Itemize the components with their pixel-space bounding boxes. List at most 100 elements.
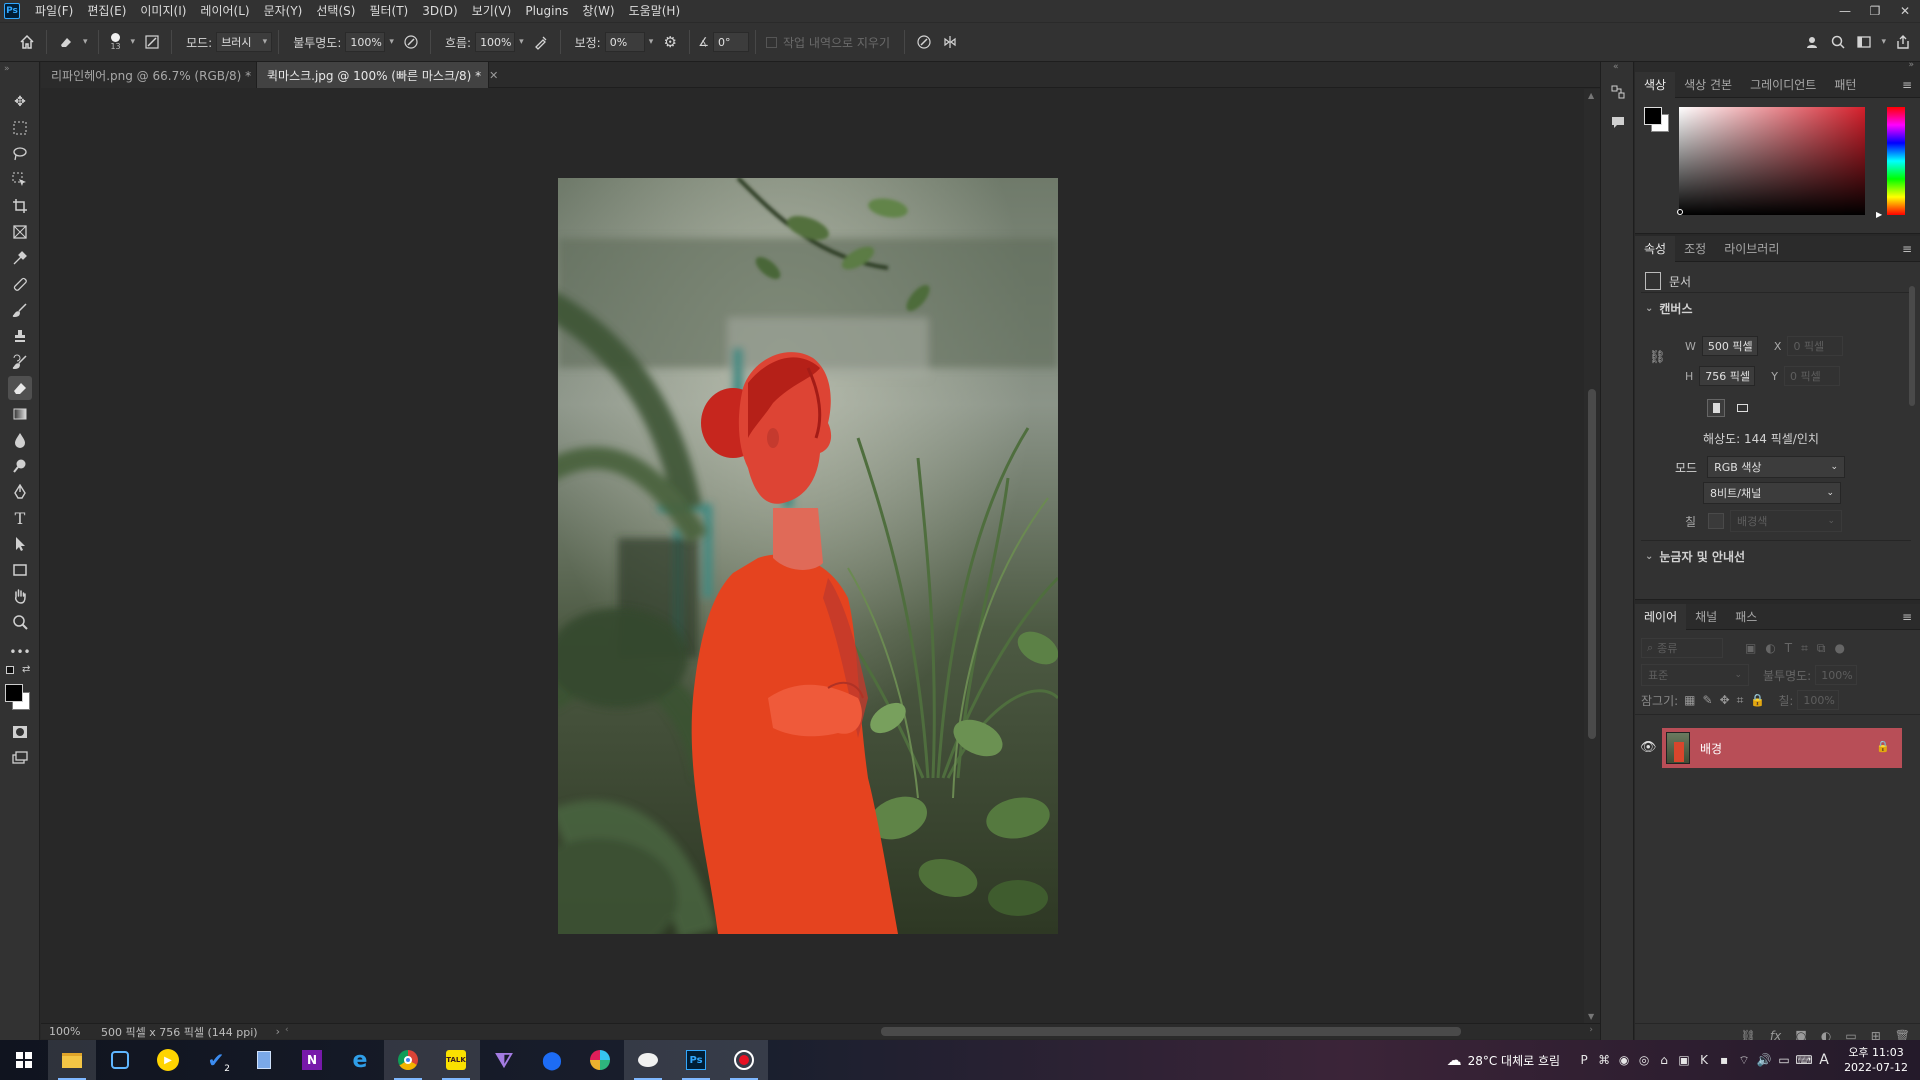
tab-adjustments[interactable]: 조정 [1675, 236, 1715, 262]
menu-edit[interactable]: 편집(E) [80, 0, 133, 22]
tray-tool-icon[interactable]: ⌂ [1654, 1040, 1674, 1080]
export-share-icon[interactable] [1890, 29, 1916, 55]
zoom-tool-icon[interactable] [8, 610, 32, 634]
brush-tool-icon[interactable] [8, 298, 32, 322]
rectangle-tool-icon[interactable] [8, 558, 32, 582]
chevron-down-icon[interactable]: ▾ [83, 37, 88, 47]
keyboard-icon[interactable]: ⌨ [1794, 1040, 1814, 1080]
more-tools-icon[interactable]: ••• [8, 640, 32, 664]
tray-record-icon[interactable]: ◉ [1614, 1040, 1634, 1080]
object-select-tool-icon[interactable] [8, 168, 32, 192]
lasso-tool-icon[interactable] [8, 142, 32, 166]
menu-file[interactable]: 파일(F) [28, 0, 80, 22]
horizontal-scrollbar[interactable]: ‹ › [281, 1024, 1601, 1040]
menu-window[interactable]: 창(W) [575, 0, 621, 22]
tab-layers[interactable]: 레이어 [1635, 603, 1687, 630]
fill-color-swatch[interactable] [1708, 513, 1725, 529]
todo-app-icon[interactable]: ✔ 2 [192, 1040, 240, 1080]
tray-app-icon[interactable]: P [1574, 1040, 1594, 1080]
screen-recorder-icon[interactable] [720, 1040, 768, 1080]
erase-history-checkbox[interactable] [766, 36, 778, 48]
expand-arrows-icon[interactable]: » [1908, 60, 1914, 70]
crop-tool-icon[interactable] [8, 194, 32, 218]
tray-network-share-icon[interactable]: ⌘ [1594, 1040, 1614, 1080]
y-input[interactable]: 0 픽셀 [1784, 366, 1841, 386]
tab-refine-hair[interactable]: 리파인헤어.png @ 66.7% (RGB/8) * ✕ [41, 62, 268, 88]
kakaotalk-icon[interactable]: TALK [432, 1040, 480, 1080]
landscape-orientation-icon[interactable] [1733, 399, 1751, 417]
vertical-scrollbar[interactable]: ▲ ▼ [1584, 89, 1600, 1023]
close-icon[interactable]: ✕ [1890, 0, 1920, 22]
pressure-size-icon[interactable] [911, 29, 937, 55]
tray-k-icon[interactable]: K [1694, 1040, 1714, 1080]
vertical-scroll-thumb[interactable] [1588, 389, 1596, 739]
panel-menu-icon[interactable]: ≡ [1902, 78, 1912, 92]
default-colors-icon[interactable] [6, 666, 14, 674]
status-menu-arrow-icon[interactable]: › [276, 1025, 280, 1038]
pen-tool-icon[interactable] [8, 480, 32, 504]
path-selection-tool-icon[interactable] [8, 532, 32, 556]
volume-icon[interactable]: 🔊 [1754, 1040, 1774, 1080]
eraser-tool-icon[interactable] [8, 376, 32, 400]
foreground-color-swatch[interactable] [1644, 107, 1662, 125]
home-icon[interactable] [14, 29, 40, 55]
tab-channels[interactable]: 채널 [1686, 604, 1726, 630]
rulers-section-header[interactable]: ⌄ 눈금자 및 안내선 [1645, 548, 1745, 565]
gradient-tool-icon[interactable] [8, 402, 32, 426]
tray-wifi-icon[interactable]: ⌔ [1734, 1040, 1754, 1080]
windows-start-icon[interactable] [0, 1040, 48, 1080]
chat-app-icon[interactable] [624, 1040, 672, 1080]
tab-properties[interactable]: 속성 [1635, 235, 1676, 262]
chevron-down-icon[interactable]: ▾ [1881, 37, 1886, 55]
move-tool-icon[interactable]: ✥ [8, 90, 32, 114]
eye-visibility-icon[interactable]: 👁 [1640, 740, 1657, 755]
mode-select[interactable]: 브러시 ▾ [216, 32, 273, 52]
search-icon[interactable] [1825, 29, 1851, 55]
screen-mode-icon[interactable] [8, 746, 32, 770]
smoothing-settings-gear-icon[interactable]: ⚙ [657, 29, 683, 55]
marquee-tool-icon[interactable] [8, 116, 32, 140]
onenote-icon[interactable]: N [288, 1040, 336, 1080]
portrait-orientation-icon[interactable] [1707, 399, 1725, 417]
symmetry-icon[interactable] [937, 29, 963, 55]
eraser-tool-preset-icon[interactable] [53, 29, 79, 55]
slack-icon[interactable] [576, 1040, 624, 1080]
quick-mask-icon[interactable] [8, 720, 32, 744]
tray-gpu-icon[interactable]: ▪ [1714, 1040, 1734, 1080]
eyedropper-tool-icon[interactable] [8, 246, 32, 270]
dodge-tool-icon[interactable] [8, 454, 32, 478]
file-explorer-icon[interactable] [48, 1040, 96, 1080]
panel-menu-icon[interactable]: ≡ [1902, 610, 1912, 624]
tray-chat-icon[interactable]: ▣ [1674, 1040, 1694, 1080]
menu-image[interactable]: 이미지(I) [133, 0, 193, 22]
clone-stamp-tool-icon[interactable] [8, 324, 32, 348]
hand-tool-icon[interactable] [8, 584, 32, 608]
tab-quick-mask[interactable]: 퀵마스크.jpg @ 100% (빠른 마스크/8) * ✕ [257, 62, 498, 88]
chevron-down-icon[interactable]: ▾ [519, 37, 524, 47]
tab-libraries[interactable]: 라이브러리 [1715, 236, 1788, 262]
tab-patterns[interactable]: 패턴 [1825, 72, 1865, 98]
color-field[interactable] [1679, 107, 1865, 215]
canvas-section-header[interactable]: ⌄ 캔버스 [1645, 300, 1693, 317]
layer-opacity-input[interactable]: 100% [1815, 665, 1858, 685]
history-brush-tool-icon[interactable] [8, 350, 32, 374]
menu-view[interactable]: 보기(V) [465, 0, 519, 22]
maps-pin-icon[interactable]: ⬤ [528, 1040, 576, 1080]
photoshop-taskbar-icon[interactable]: Ps [672, 1040, 720, 1080]
brush-settings-icon[interactable] [139, 29, 165, 55]
width-input[interactable]: 500 픽셀 [1701, 336, 1758, 356]
weather-cloud-icon[interactable]: ☁ [1447, 1051, 1462, 1069]
calculator-icon[interactable] [240, 1040, 288, 1080]
foreground-color-swatch[interactable] [5, 684, 23, 702]
menu-layer[interactable]: 레이어(L) [193, 0, 256, 22]
chevron-down-icon[interactable]: ▾ [131, 37, 136, 47]
snipping-app-icon[interactable] [96, 1040, 144, 1080]
menu-3d[interactable]: 3D(D) [415, 0, 464, 22]
chrome-browser-icon[interactable] [384, 1040, 432, 1080]
color-mode-select[interactable]: RGB 색상 ⌄ [1707, 456, 1846, 478]
edge-browser-icon[interactable]: e [336, 1040, 384, 1080]
lock-icon[interactable]: 🔒 [1876, 740, 1890, 753]
tab-paths[interactable]: 패스 [1726, 604, 1766, 630]
frame-tool-icon[interactable] [8, 220, 32, 244]
menu-plugins[interactable]: Plugins [518, 0, 575, 22]
